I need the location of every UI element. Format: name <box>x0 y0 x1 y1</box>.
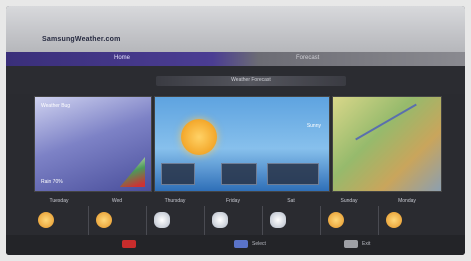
section-title-bar: Weather Forecast <box>156 76 346 86</box>
day-label: Monday <box>398 198 416 204</box>
gray-key-button[interactable] <box>344 240 358 248</box>
info-box <box>161 163 195 185</box>
tile-current-conditions[interactable]: Weather Bug Rain 70% <box>34 96 152 192</box>
day-label: Sunday <box>340 198 358 204</box>
condition-text: Sunny <box>306 123 321 129</box>
tile-label: Weather Bug <box>41 103 71 109</box>
app-header: SamsungWeather.com <box>6 6 465 52</box>
blue-key-label: Select <box>252 241 266 247</box>
red-key-button[interactable] <box>122 240 136 248</box>
divider <box>378 206 379 236</box>
tile-caption: Rain 70% <box>41 179 63 185</box>
day-label: Friday <box>226 198 240 204</box>
cloud-icon <box>154 212 170 228</box>
tab-bar: Home Forecast <box>6 52 465 66</box>
day-label: Sat <box>287 198 295 204</box>
info-box <box>267 163 319 185</box>
section-title: Weather Forecast <box>231 77 271 83</box>
tv-screen: SamsungWeather.com Home Forecast Weather… <box>6 6 465 255</box>
divider <box>320 206 321 236</box>
cloud-icon <box>212 212 228 228</box>
divider <box>262 206 263 236</box>
day-label: Tuesday <box>49 198 69 204</box>
divider <box>146 206 147 236</box>
map-route-line <box>355 103 417 141</box>
sun-icon <box>386 212 402 228</box>
day-label: Thursday <box>164 198 186 204</box>
section-header: Weather Forecast <box>6 66 465 94</box>
day-label: Wed <box>111 198 123 204</box>
divider <box>204 206 205 236</box>
tab-home[interactable]: Home <box>114 55 130 61</box>
sun-icon <box>38 212 54 228</box>
sun-icon <box>328 212 344 228</box>
map-thumbnail <box>119 157 145 187</box>
tile-today[interactable]: Sunny <box>154 96 330 192</box>
tile-map[interactable] <box>332 96 442 192</box>
blue-key-button[interactable] <box>234 240 248 248</box>
app-title: SamsungWeather.com <box>42 36 121 43</box>
tab-forecast[interactable]: Forecast <box>296 55 319 61</box>
footer-keys: Select Exit <box>6 235 465 255</box>
divider <box>88 206 89 236</box>
cloud-icon <box>270 212 286 228</box>
sun-icon <box>181 119 217 155</box>
gray-key-label: Exit <box>362 241 371 247</box>
sun-icon <box>96 212 112 228</box>
info-box <box>221 163 257 185</box>
